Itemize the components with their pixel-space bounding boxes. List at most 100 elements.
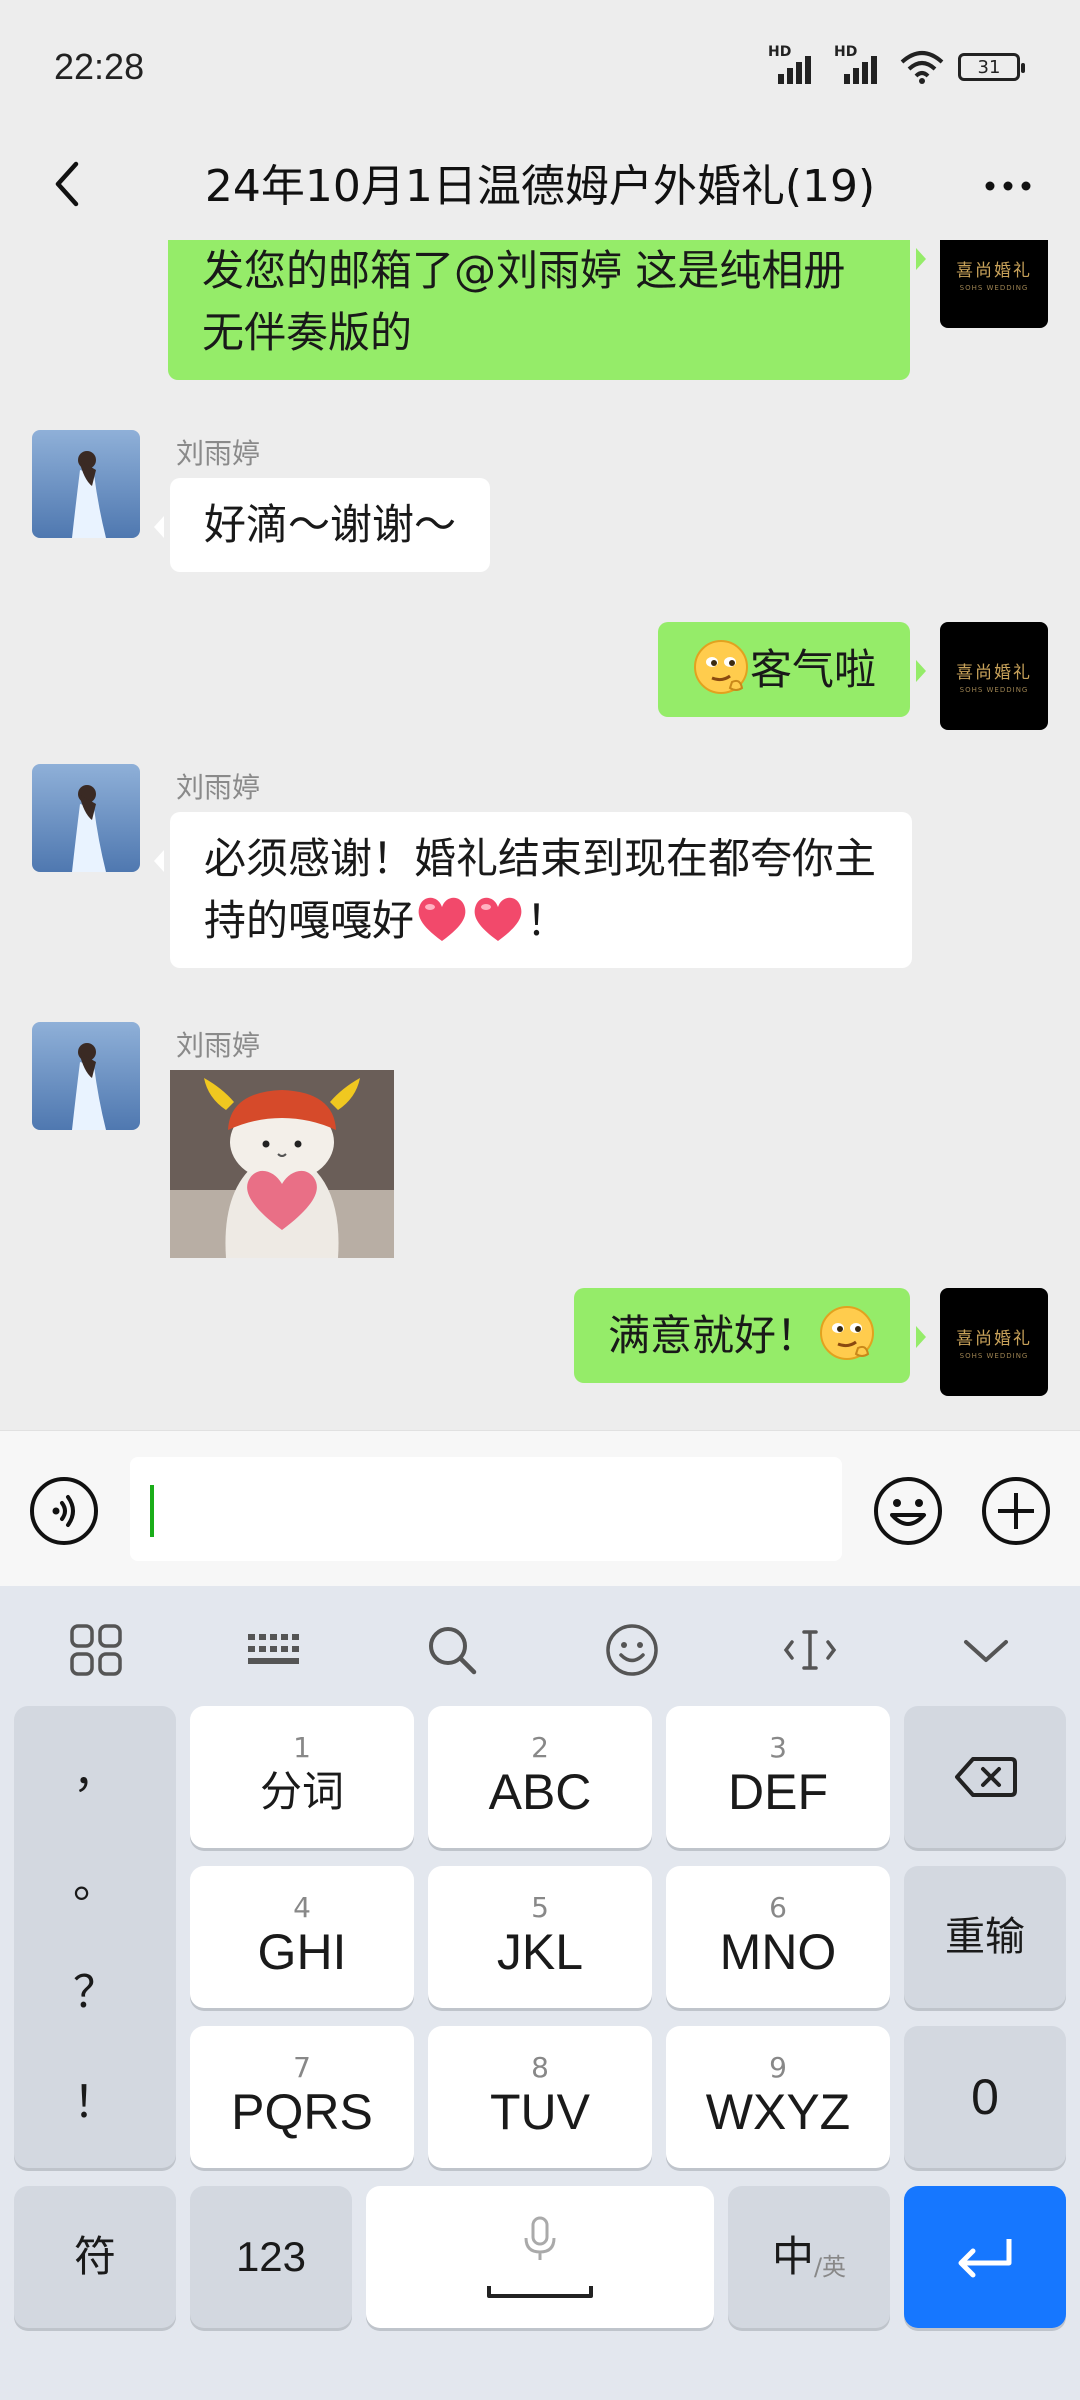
key-label: PQRS (231, 2084, 373, 2140)
battery-icon: 31 (958, 53, 1025, 81)
heart-emoji-icon (474, 897, 522, 941)
key-7[interactable]: 7 PQRS (190, 2026, 414, 2168)
message-bubble-outgoing[interactable]: 客气啦 (657, 622, 927, 717)
key-1[interactable]: 1 分词 (190, 1706, 414, 1848)
key-label: 123 (235, 2233, 307, 2280)
sender-name: 刘雨婷 (176, 437, 261, 470)
chat-title: 24年10月1日温德姆户外婚礼(19) (204, 161, 876, 212)
contact-avatar[interactable] (32, 1022, 140, 1130)
sender-name: 刘雨婷 (176, 1029, 261, 1062)
voice-input-icon[interactable] (28, 1475, 100, 1547)
key-9[interactable]: 9 WXYZ (666, 2026, 890, 2168)
status-bar: 22:28 HD HD 31 (0, 0, 1080, 130)
status-time: 22:28 (54, 46, 145, 87)
space-bar-icon (487, 2286, 593, 2298)
key-3[interactable]: 3 DEF (666, 1706, 890, 1848)
key-6[interactable]: 6 MNO (666, 1866, 890, 2008)
more-functions-plus-icon[interactable] (980, 1475, 1052, 1547)
key-number: 1 (293, 1731, 311, 1764)
keyboard-toolbar (0, 1586, 1080, 1696)
my-avatar[interactable]: 喜尚婚礼 SOHS WEDDING (940, 1288, 1048, 1396)
backspace-icon (955, 1757, 1017, 1797)
space-key[interactable] (366, 2186, 714, 2328)
key-label: 分词 (259, 1768, 344, 1815)
contact-avatar[interactable] (32, 764, 140, 872)
signal-icon: HD (834, 44, 886, 84)
smirk-emoji-icon (693, 640, 748, 694)
battery-level: 31 (977, 56, 1001, 78)
key-number: 8 (531, 2051, 549, 2084)
enter-return-icon (958, 2239, 1012, 2278)
contact-avatar[interactable] (32, 430, 140, 538)
message-bubble-incoming[interactable]: 好滴～谢谢～ (153, 478, 491, 572)
message-bubble-outgoing[interactable]: 满意就好！ (573, 1288, 927, 1383)
punctuation-period[interactable]: 。 (14, 1846, 176, 1910)
enter-key[interactable] (904, 2186, 1066, 2328)
status-icons: HD HD 31 (768, 44, 1025, 84)
symbols-key[interactable]: 符 (14, 2186, 176, 2328)
message-input[interactable] (130, 1457, 842, 1561)
more-options-icon[interactable] (978, 156, 1038, 216)
key-number: 9 (769, 2051, 787, 2084)
key-label: 符 (73, 2233, 116, 2280)
message-bubble-incoming[interactable]: 必须感谢！婚礼结束到现在都夸你主持的嘎嘎好！ (154, 812, 912, 968)
text-caret (150, 1485, 154, 1537)
emoji-icon[interactable] (602, 1620, 662, 1680)
key-2[interactable]: 2 ABC (428, 1706, 652, 1848)
message-input-bar (0, 1430, 1080, 1586)
key-number: 2 (531, 1731, 549, 1764)
avatar-logo-subtext: SOHS WEDDING (959, 284, 1029, 292)
key-label: 0 (971, 2069, 999, 2125)
key-label: TUV (490, 2084, 590, 2140)
punctuation-question[interactable]: ？ (14, 1956, 176, 2020)
message-text-suffix: ！ (526, 896, 569, 945)
my-avatar[interactable]: 喜尚婚礼 SOHS WEDDING (940, 622, 1048, 730)
avatar-logo-subtext: SOHS WEDDING (959, 1352, 1029, 1360)
emoji-picker-icon[interactable] (872, 1475, 944, 1547)
sender-name: 刘雨婷 (176, 771, 261, 804)
avatar-logo-text: 喜尚婚礼 (956, 663, 1032, 683)
message-text: 满意就好！ (607, 1311, 818, 1360)
language-switch-key[interactable]: 中 /英 (728, 2186, 890, 2328)
punctuation-column[interactable]: ， 。 ？ ！ (14, 1706, 176, 2168)
sticker-cat-heart[interactable] (170, 1070, 394, 1258)
key-label: JKL (496, 1924, 584, 1980)
search-icon[interactable] (422, 1620, 482, 1680)
message-bubble-outgoing[interactable]: 发您的邮箱了@刘雨婷 这是纯相册无伴奏版的 (168, 240, 926, 380)
key-label: GHI (257, 1924, 347, 1980)
message-text: 好滴～谢谢～ (204, 500, 457, 549)
reinput-key[interactable]: 重输 (904, 1866, 1066, 2008)
my-avatar[interactable]: 喜尚婚礼 SOHS WEDDING (940, 240, 1048, 328)
key-label-main: 中 (771, 2233, 814, 2280)
key-0[interactable]: 0 (904, 2026, 1066, 2168)
key-label: ABC (488, 1764, 592, 1820)
keyboard-layout-icon[interactable] (244, 1620, 304, 1680)
key-number: 5 (531, 1891, 549, 1924)
key-number: 4 (293, 1891, 311, 1924)
key-4[interactable]: 4 GHI (190, 1866, 414, 2008)
key-number: 7 (293, 2051, 311, 2084)
heart-emoji-icon (418, 897, 466, 941)
cursor-control-icon[interactable] (780, 1620, 840, 1680)
chat-header: 24年10月1日温德姆户外婚礼(19) (0, 130, 1080, 240)
punctuation-exclamation[interactable]: ！ (14, 2066, 176, 2130)
microphone-icon (524, 2216, 556, 2260)
numbers-key[interactable]: 123 (190, 2186, 352, 2328)
key-label: MNO (719, 1924, 837, 1980)
collapse-keyboard-chevron-icon[interactable] (956, 1620, 1016, 1680)
avatar-logo-subtext: SOHS WEDDING (959, 686, 1029, 694)
message-text: 发您的邮箱了@刘雨婷 这是纯相册无伴奏版的 (202, 246, 846, 357)
apps-grid-icon[interactable] (66, 1620, 126, 1680)
key-number: 3 (769, 1731, 787, 1764)
keyboard: ， 。 ？ ！ 1 分词 2 ABC 3 DEF 4 GHI 5 JKL 6 M… (0, 1586, 1080, 2400)
backspace-key[interactable] (904, 1706, 1066, 1848)
key-label: DEF (728, 1764, 828, 1820)
message-list[interactable]: 喜尚婚礼 SOHS WEDDING 发您的邮箱了@刘雨婷 这是纯相册无伴奏版的 … (0, 240, 1080, 1430)
wifi-icon (900, 51, 944, 84)
punctuation-comma[interactable]: ， (14, 1736, 176, 1800)
key-8[interactable]: 8 TUV (428, 2026, 652, 2168)
key-5[interactable]: 5 JKL (428, 1866, 652, 2008)
avatar-logo-text: 喜尚婚礼 (956, 261, 1032, 281)
key-label-alt: /英 (813, 2252, 847, 2281)
key-number: 6 (769, 1891, 787, 1924)
